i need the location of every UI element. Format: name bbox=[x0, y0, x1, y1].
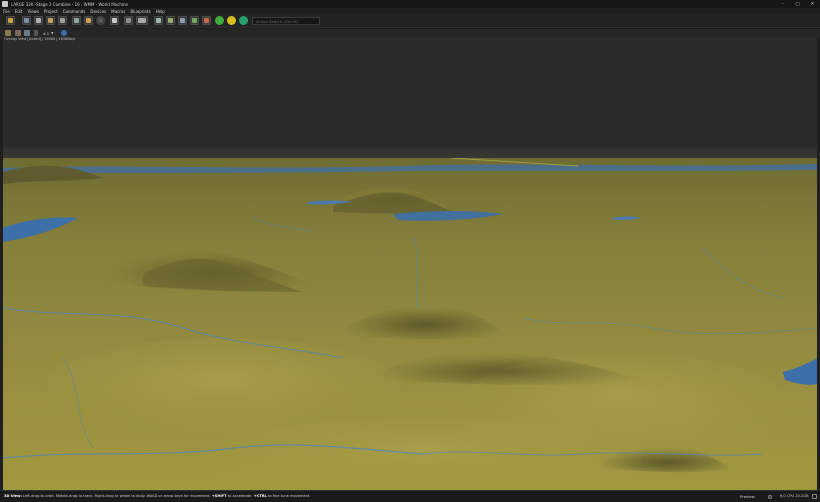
teal-globe-icon[interactable] bbox=[239, 16, 248, 25]
window-controls: – □ ✕ bbox=[775, 0, 820, 8]
overlay-info: Overlay View [locked] | 16384 | 1638Mb/s bbox=[4, 37, 75, 41]
build-icon[interactable] bbox=[34, 16, 43, 25]
memory-icon bbox=[812, 494, 817, 499]
lighting-icon[interactable] bbox=[15, 30, 21, 36]
status-bar: 3D View: Left-drag to orbit. Middle-drag… bbox=[0, 490, 820, 502]
status-hint-part2: to accelerate. bbox=[227, 494, 253, 498]
menu-devices[interactable]: Devices bbox=[88, 9, 108, 14]
menu-macros[interactable]: Macros bbox=[109, 9, 127, 14]
main-toolbar bbox=[0, 14, 820, 28]
status-ctrl-key: +CTRL bbox=[253, 494, 267, 498]
cpu-usage: 6.0 CPU 20.2GB bbox=[780, 494, 809, 498]
preview-button[interactable]: Preview bbox=[740, 494, 755, 499]
menu-project[interactable]: Project bbox=[42, 9, 60, 14]
viewport-left-border bbox=[0, 37, 3, 490]
separator-icon bbox=[34, 30, 38, 36]
save-icon[interactable] bbox=[22, 16, 31, 25]
settings-icon[interactable] bbox=[768, 495, 772, 499]
render-icon[interactable] bbox=[96, 16, 105, 25]
export-icon[interactable] bbox=[58, 16, 67, 25]
viewport-toolbar: 4:1 ▼ bbox=[0, 29, 820, 37]
zoom-dropdown[interactable]: 4:1 ▼ bbox=[43, 30, 53, 36]
layout-icon[interactable] bbox=[110, 16, 119, 25]
render-preview-icon[interactable] bbox=[61, 30, 67, 36]
menu-edit[interactable]: Edit bbox=[13, 9, 25, 14]
view-mode-icon[interactable] bbox=[136, 16, 148, 25]
terrain-render bbox=[3, 158, 817, 490]
terrain-view-icon[interactable] bbox=[166, 16, 175, 25]
grid-icon[interactable] bbox=[124, 16, 133, 25]
cancel-build-icon[interactable] bbox=[46, 16, 55, 25]
explore-icon[interactable] bbox=[84, 16, 93, 25]
title-bar: LARGE 32K -Stage 2 Combine - 16 - WMM - … bbox=[0, 0, 820, 8]
close-button[interactable]: ✕ bbox=[805, 0, 820, 8]
open-project-icon[interactable] bbox=[6, 16, 15, 25]
status-mode-label: 3D View: bbox=[4, 494, 22, 498]
camera-icon[interactable] bbox=[5, 30, 11, 36]
status-hint: 3D View: Left-drag to orbit. Middle-drag… bbox=[4, 494, 311, 498]
tile-build-icon[interactable] bbox=[72, 16, 81, 25]
map-view-icon[interactable] bbox=[202, 16, 211, 25]
action-search-box bbox=[252, 17, 320, 25]
display-mode-icon[interactable] bbox=[24, 30, 30, 36]
status-hint-part1: Left-drag to orbit. Middle-drag to track… bbox=[23, 494, 211, 498]
menu-blueprints[interactable]: Blueprints bbox=[128, 9, 152, 14]
minimize-button[interactable]: – bbox=[775, 0, 790, 8]
status-shift-key: +SHIFT bbox=[211, 494, 227, 498]
yellow-globe-icon[interactable] bbox=[227, 16, 236, 25]
green-globe-icon[interactable] bbox=[215, 16, 224, 25]
zoom-value: 4:1 bbox=[43, 30, 50, 36]
window-title: LARGE 32K -Stage 2 Combine - 16 - WMM - … bbox=[11, 1, 128, 7]
device-view-icon[interactable] bbox=[154, 16, 163, 25]
maximize-button[interactable]: □ bbox=[790, 0, 805, 8]
status-hint-part3: to fine tune movement. bbox=[268, 494, 311, 498]
chevron-down-icon: ▼ bbox=[51, 31, 54, 35]
app-icon bbox=[2, 1, 8, 7]
menu-help[interactable]: Help bbox=[154, 9, 167, 14]
split-view-icon[interactable] bbox=[178, 16, 187, 25]
menu-views[interactable]: Views bbox=[25, 9, 41, 14]
3d-viewport[interactable] bbox=[3, 37, 817, 490]
action-search-input[interactable] bbox=[253, 18, 319, 24]
menu-commands[interactable]: Commands bbox=[61, 9, 88, 14]
image-view-icon[interactable] bbox=[190, 16, 199, 25]
menu-file[interactable]: File bbox=[1, 9, 12, 14]
viewport-sky bbox=[3, 37, 817, 158]
